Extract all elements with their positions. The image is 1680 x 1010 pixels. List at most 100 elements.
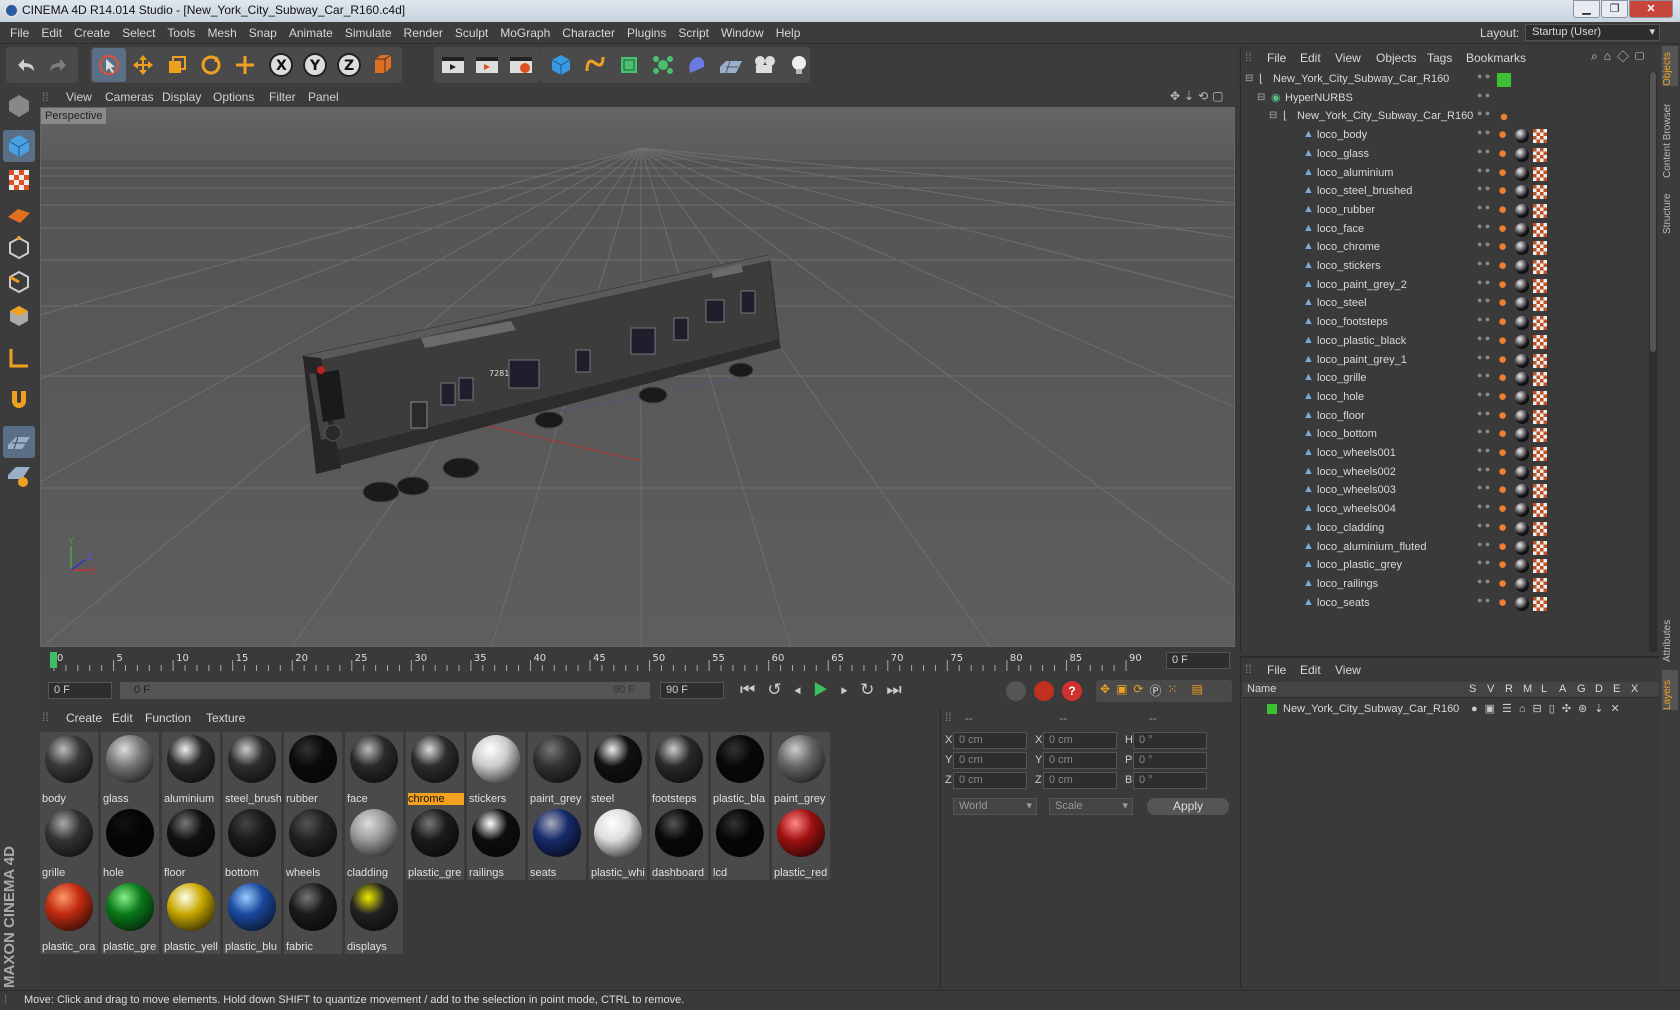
object-row[interactable]: ▲ loco_floor ● ● (1241, 407, 1646, 427)
visibility-dots-icon[interactable]: ● ● (1477, 483, 1490, 492)
layer-column-x[interactable]: X (1631, 683, 1638, 695)
start-frame-field[interactable]: 0 F (48, 682, 112, 699)
viewport-menu-options[interactable]: Options (213, 90, 254, 104)
material-tag-icon[interactable] (1515, 278, 1529, 293)
material-swatch[interactable]: floor (162, 806, 220, 880)
visibility-dots-icon[interactable]: ● ● (1477, 240, 1490, 249)
keyframe-selection-icon[interactable]: ? (1062, 681, 1082, 701)
viewport-menu-panel[interactable]: Panel (308, 90, 339, 104)
spline-pen-icon[interactable] (578, 48, 612, 82)
phong-tag-icon[interactable] (1497, 521, 1511, 536)
autokey-icon[interactable] (1034, 681, 1054, 701)
layer-menu-view[interactable]: View (1335, 663, 1361, 677)
material-tag-icon[interactable] (1515, 222, 1529, 237)
coord-value-field[interactable]: 0 cm (1043, 752, 1117, 769)
phong-tag-icon[interactable] (1497, 465, 1511, 480)
uvw-tag-icon[interactable] (1533, 278, 1547, 293)
object-row[interactable]: ▲ loco_bottom ● ● (1241, 425, 1646, 445)
object-row[interactable]: ▲ loco_steel ● ● (1241, 294, 1646, 314)
menu-window[interactable]: Window (715, 22, 770, 44)
visibility-dots-icon[interactable]: ● ● (1477, 464, 1490, 473)
object-menu-objects[interactable]: Objects (1376, 51, 1417, 65)
grid-snap-icon[interactable] (3, 460, 35, 492)
z-axis-lock-icon[interactable]: Z (332, 48, 366, 82)
material-swatch[interactable]: plastic_blu (223, 880, 281, 954)
frame-range-slider[interactable]: 0 F 90 F (120, 682, 650, 699)
camera-icon[interactable] (748, 48, 782, 82)
menu-character[interactable]: Character (556, 22, 621, 44)
render-view-icon[interactable] (436, 48, 470, 82)
object-menu-bookmarks[interactable]: Bookmarks (1466, 51, 1526, 65)
go-to-end-icon[interactable]: ⏭ (886, 680, 913, 699)
object-row[interactable]: ⊟ ⌊ New_York_City_Subway_Car_R160 ● ● (1241, 70, 1646, 90)
coord-value-field[interactable]: 0 cm (953, 772, 1027, 789)
phong-tag-icon[interactable] (1497, 203, 1511, 218)
material-swatch[interactable]: plastic_whi (589, 806, 647, 880)
object-row[interactable]: ▲ loco_paint_grey_2 ● ● (1241, 276, 1646, 296)
material-tag-icon[interactable] (1515, 372, 1529, 387)
phong-tag-icon[interactable] (1497, 540, 1511, 555)
layer-column-v[interactable]: V (1487, 683, 1494, 695)
uvw-tag-icon[interactable] (1533, 353, 1547, 368)
uvw-tag-icon[interactable] (1533, 316, 1547, 331)
visibility-dots-icon[interactable]: ● ● (1477, 576, 1490, 585)
phong-tag-icon[interactable] (1497, 503, 1511, 518)
menu-render[interactable]: Render (398, 22, 449, 44)
material-swatch[interactable]: plastic_red (772, 806, 830, 880)
key-pla-icon[interactable]: ⁙ (1167, 682, 1177, 700)
object-row[interactable]: ▲ loco_wheels002 ● ● (1241, 463, 1646, 483)
uvw-tag-icon[interactable] (1533, 465, 1547, 480)
object-row[interactable]: ▲ loco_footsteps ● ● (1241, 313, 1646, 333)
uvw-tag-icon[interactable] (1533, 484, 1547, 499)
object-row[interactable]: ⊟ ⌊ New_York_City_Subway_Car_R160 ● ● (1241, 107, 1646, 127)
move-tool-icon[interactable] (126, 48, 160, 82)
phong-tag-icon[interactable] (1497, 372, 1511, 387)
material-swatch[interactable]: railings (467, 806, 525, 880)
menu-sculpt[interactable]: Sculpt (449, 22, 494, 44)
visibility-dots-icon[interactable]: ● ● (1477, 90, 1490, 99)
object-row[interactable]: ▲ loco_plastic_black ● ● (1241, 332, 1646, 352)
visibility-dots-icon[interactable]: ● ● (1477, 128, 1490, 137)
object-row[interactable]: ▲ loco_aluminium ● ● (1241, 164, 1646, 184)
timeline-ruler[interactable]: 0 5 10 15 20 25 30 35 40 45 50 55 60 65 70 75 80 85 90 0 F (40, 650, 1235, 672)
material-tag-icon[interactable] (1515, 540, 1529, 555)
uvw-tag-icon[interactable] (1533, 390, 1547, 405)
uvw-tag-icon[interactable] (1533, 428, 1547, 443)
visibility-dots-icon[interactable]: ● ● (1477, 389, 1490, 398)
material-swatch[interactable]: steel (589, 732, 647, 806)
scale-tool-icon[interactable] (160, 48, 194, 82)
rotate-tool-icon[interactable] (194, 48, 228, 82)
phong-tag-icon[interactable] (1497, 484, 1511, 499)
phong-tag-icon[interactable] (1497, 110, 1511, 125)
layer-menu-edit[interactable]: Edit (1300, 663, 1321, 677)
close-button[interactable]: ✕ (1629, 0, 1673, 18)
visibility-dots-icon[interactable]: ● ● (1477, 221, 1490, 230)
object-row[interactable]: ▲ loco_wheels004 ● ● (1241, 500, 1646, 520)
phong-tag-icon[interactable] (1497, 316, 1511, 331)
object-row[interactable]: ▲ loco_wheels003 ● ● (1241, 481, 1646, 501)
material-tag-icon[interactable] (1515, 260, 1529, 274)
material-swatch[interactable]: paint_grey (772, 732, 830, 806)
material-swatch[interactable]: face (345, 732, 403, 806)
viewport-menu-cameras[interactable]: Cameras (105, 90, 154, 104)
next-key-icon[interactable]: ↻ (860, 680, 886, 699)
polygons-mode-icon[interactable] (3, 300, 35, 332)
menu-script[interactable]: Script (672, 22, 715, 44)
object-manager-tool-icons[interactable]: ⌕⌂◇▢ (1591, 49, 1650, 64)
material-menu-edit[interactable]: Edit (112, 711, 133, 725)
uvw-tag-icon[interactable] (1533, 409, 1547, 424)
material-swatch[interactable]: fabric (284, 880, 342, 954)
viewport-menu-view[interactable]: View (66, 90, 92, 104)
menu-snap[interactable]: Snap (243, 22, 283, 44)
play-icon[interactable]: ▶ (813, 680, 840, 699)
uvw-tag-icon[interactable] (1533, 147, 1547, 162)
uvw-tag-icon[interactable] (1533, 185, 1547, 200)
visibility-dots-icon[interactable]: ● ● (1477, 539, 1490, 548)
material-swatch[interactable]: bottom (223, 806, 281, 880)
object-row[interactable]: ▲ loco_rubber ● ● (1241, 201, 1646, 221)
material-tag-icon[interactable] (1515, 559, 1529, 574)
object-menu-edit[interactable]: Edit (1300, 51, 1321, 65)
previous-key-icon[interactable]: ↺ (767, 680, 793, 699)
material-swatch[interactable]: lcd (711, 806, 769, 880)
visibility-dots-icon[interactable]: ● ● (1477, 333, 1490, 342)
